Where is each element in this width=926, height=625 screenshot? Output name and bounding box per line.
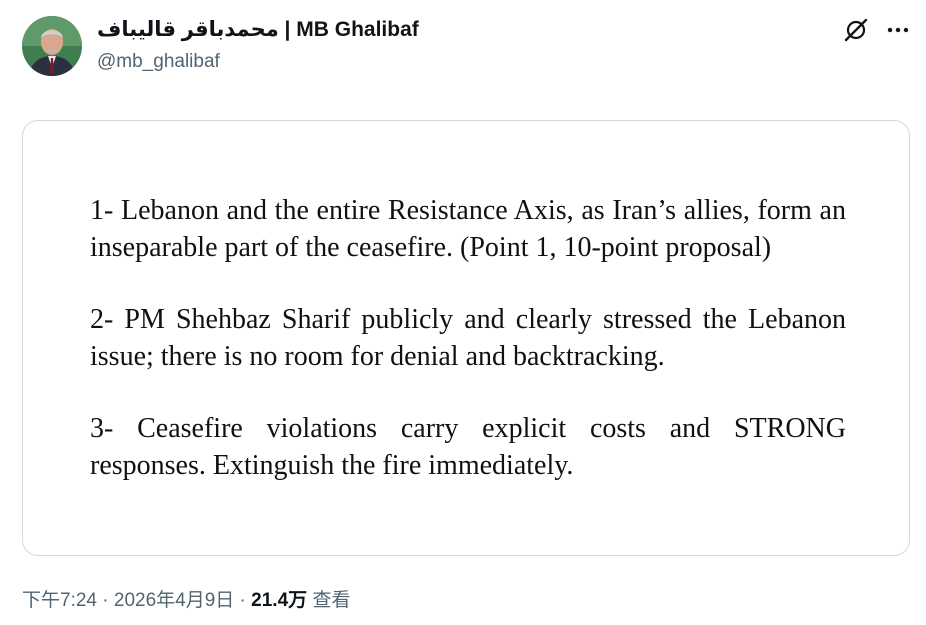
post-meta: 下午7:24 · 2026年4月9日 · 21.4万 查看 (22, 587, 350, 615)
paragraph-1: 1- Lebanon and the entire Resistance Axi… (90, 195, 846, 263)
post-header: محمدباقر قالیباف | MB Ghalibaf @mb_ghali… (22, 14, 912, 78)
author-avatar[interactable] (22, 16, 82, 76)
meta-separator: · (96, 590, 114, 611)
post-image-card[interactable]: 1- Lebanon and the entire Resistance Axi… (22, 120, 910, 556)
more-icon[interactable] (884, 16, 912, 44)
paragraph-3: 3- Ceasefire violations carry explicit c… (90, 413, 846, 481)
author-display-name[interactable]: محمدباقر قالیباف | MB Ghalibaf (97, 17, 419, 43)
image-text-block: 1- Lebanon and the entire Resistance Axi… (90, 192, 846, 484)
views-label: 查看 (312, 590, 351, 611)
grok-icon[interactable] (842, 16, 870, 44)
avatar-image (22, 16, 82, 76)
meta-separator: · (234, 590, 252, 611)
post-time[interactable]: 下午7:24 (22, 590, 97, 611)
paragraph-2: 2- PM Shehbaz Sharif publicly and clearl… (90, 304, 846, 372)
post-date[interactable]: 2026年4月9日 (114, 590, 234, 611)
views-count: 21.4万 (251, 590, 308, 611)
author-handle[interactable]: @mb_ghalibaf (97, 49, 419, 75)
